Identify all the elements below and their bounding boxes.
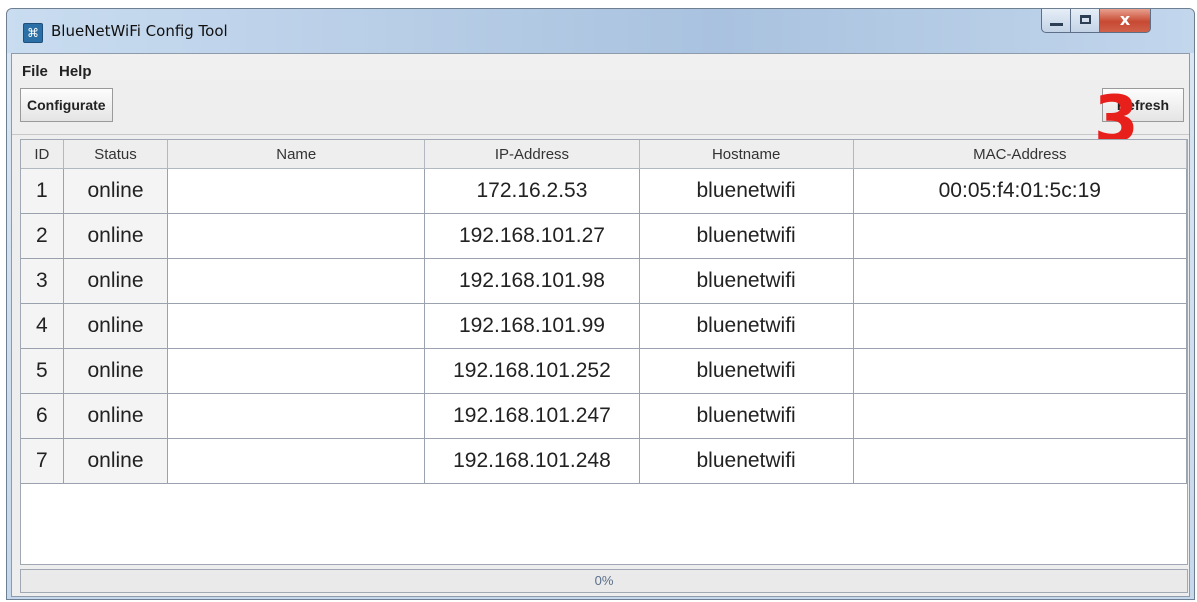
title-bar[interactable]: ⌘ BlueNetWiFi Config Tool x	[7, 9, 1194, 53]
table-row[interactable]: 3 online 192.168.101.98 bluenetwifi	[21, 258, 1188, 304]
minimize-icon	[1050, 23, 1063, 26]
maximize-icon	[1080, 15, 1091, 24]
cell-id: 2	[21, 213, 64, 259]
cell-status: online	[62, 303, 169, 349]
cell-mac-address	[852, 348, 1188, 394]
cell-name[interactable]	[167, 213, 426, 259]
cell-mac-address	[852, 213, 1188, 259]
column-header-mac-address[interactable]: MAC-Address	[852, 140, 1188, 169]
menu-file[interactable]: File	[22, 63, 48, 80]
cell-hostname: bluenetwifi	[638, 213, 854, 259]
cell-id: 1	[21, 168, 64, 214]
column-header-hostname[interactable]: Hostname	[638, 140, 854, 169]
column-header-id[interactable]: ID	[21, 140, 64, 169]
cell-name[interactable]	[167, 438, 426, 484]
cell-name[interactable]	[167, 303, 426, 349]
app-window: ⌘ BlueNetWiFi Config Tool x File Help Co…	[6, 8, 1195, 600]
cell-id: 4	[21, 303, 64, 349]
close-icon: x	[1119, 10, 1131, 29]
cell-status: online	[62, 168, 169, 214]
cell-name[interactable]	[167, 393, 426, 439]
cell-status: online	[62, 438, 169, 484]
cell-status: online	[62, 393, 169, 439]
menu-bar: File Help	[12, 54, 1189, 80]
cell-mac-address	[852, 438, 1188, 484]
cell-hostname: bluenetwifi	[638, 303, 854, 349]
column-header-status[interactable]: Status	[62, 140, 169, 169]
cell-mac-address	[852, 393, 1188, 439]
menu-help[interactable]: Help	[59, 63, 92, 80]
cell-mac-address: 00:05:f4:01:5c:19	[852, 168, 1188, 214]
cell-ip-address: 192.168.101.99	[424, 303, 640, 349]
cell-ip-address: 192.168.101.27	[424, 213, 640, 259]
cell-status: online	[62, 213, 169, 259]
cell-ip-address: 192.168.101.248	[424, 438, 640, 484]
maximize-button[interactable]	[1070, 9, 1100, 33]
wifi-app-icon: ⌘	[23, 23, 43, 43]
cell-hostname: bluenetwifi	[638, 393, 854, 439]
table-row[interactable]: 1 online 172.16.2.53 bluenetwifi 00:05:f…	[21, 168, 1188, 214]
device-grid: ID Status Name IP-Address Hostname MAC-A…	[21, 140, 1188, 484]
table-row[interactable]: 4 online 192.168.101.99 bluenetwifi	[21, 303, 1188, 349]
cell-hostname: bluenetwifi	[638, 348, 854, 394]
cell-name[interactable]	[167, 168, 426, 214]
cell-hostname: bluenetwifi	[638, 438, 854, 484]
table-header-row: ID Status Name IP-Address Hostname MAC-A…	[21, 140, 1188, 169]
device-table: ID Status Name IP-Address Hostname MAC-A…	[20, 139, 1188, 565]
cell-name[interactable]	[167, 348, 426, 394]
column-header-ip-address[interactable]: IP-Address	[424, 140, 640, 169]
table-row[interactable]: 7 online 192.168.101.248 bluenetwifi	[21, 438, 1188, 484]
cell-id: 3	[21, 258, 64, 304]
cell-id: 6	[21, 393, 64, 439]
cell-id: 5	[21, 348, 64, 394]
window-title: BlueNetWiFi Config Tool	[51, 22, 228, 40]
progress-label: 0%	[594, 573, 614, 588]
cell-id: 7	[21, 438, 64, 484]
cell-name[interactable]	[167, 258, 426, 304]
close-button[interactable]: x	[1099, 9, 1151, 33]
cell-hostname: bluenetwifi	[638, 168, 854, 214]
toolbar: Configurate Refresh 3	[12, 80, 1189, 152]
configurate-button[interactable]: Configurate	[20, 88, 113, 122]
table-row[interactable]: 5 online 192.168.101.252 bluenetwifi	[21, 348, 1188, 394]
cell-hostname: bluenetwifi	[638, 258, 854, 304]
cell-status: online	[62, 258, 169, 304]
cell-status: online	[62, 348, 169, 394]
minimize-button[interactable]	[1041, 9, 1071, 33]
cell-mac-address	[852, 258, 1188, 304]
table-row[interactable]: 2 online 192.168.101.27 bluenetwifi	[21, 213, 1188, 259]
cell-ip-address: 192.168.101.247	[424, 393, 640, 439]
cell-ip-address: 192.168.101.98	[424, 258, 640, 304]
cell-ip-address: 172.16.2.53	[424, 168, 640, 214]
cell-ip-address: 192.168.101.252	[424, 348, 640, 394]
client-area: File Help Configurate Refresh 3 ID Statu…	[11, 53, 1190, 597]
column-header-name[interactable]: Name	[167, 140, 426, 169]
table-row[interactable]: 6 online 192.168.101.247 bluenetwifi	[21, 393, 1188, 439]
cell-mac-address	[852, 303, 1188, 349]
progress-bar: 0%	[20, 569, 1188, 593]
